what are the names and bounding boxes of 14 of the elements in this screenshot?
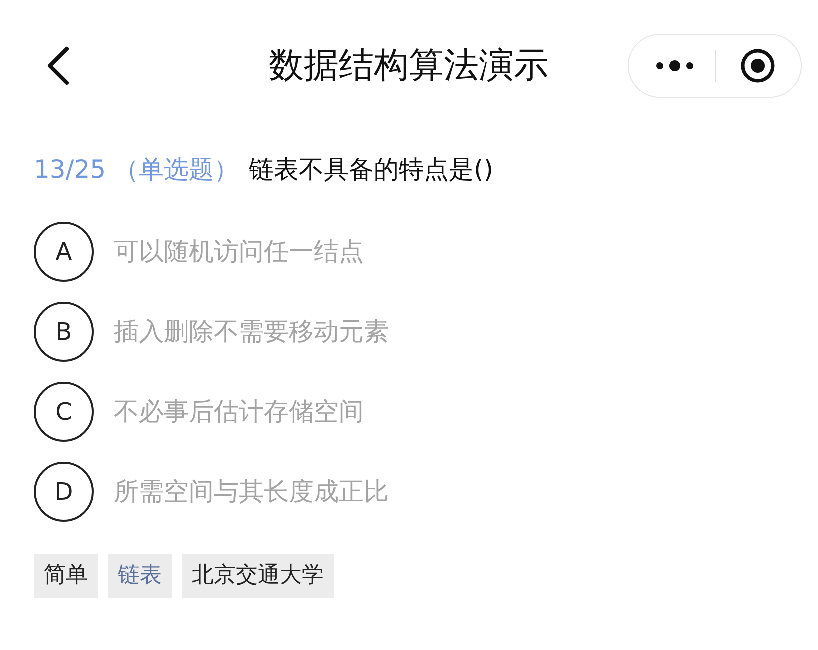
more-icon[interactable]: [655, 60, 695, 72]
question-text: 链表不具备的特点是(): [249, 155, 494, 184]
tag: 简单: [34, 554, 98, 598]
option-letter[interactable]: C: [34, 382, 94, 442]
option-letter[interactable]: A: [34, 222, 94, 282]
page-title: 数据结构算法演示: [269, 46, 549, 86]
question-type: （单选题）: [114, 155, 239, 184]
close-icon[interactable]: [740, 48, 776, 84]
tag: 北京交通大学: [182, 554, 334, 598]
question-number: 13/25: [34, 155, 106, 184]
option-letter[interactable]: B: [34, 302, 94, 362]
option-letter[interactable]: D: [34, 462, 94, 522]
tag: 链表: [108, 554, 172, 598]
back-icon: [45, 46, 71, 86]
